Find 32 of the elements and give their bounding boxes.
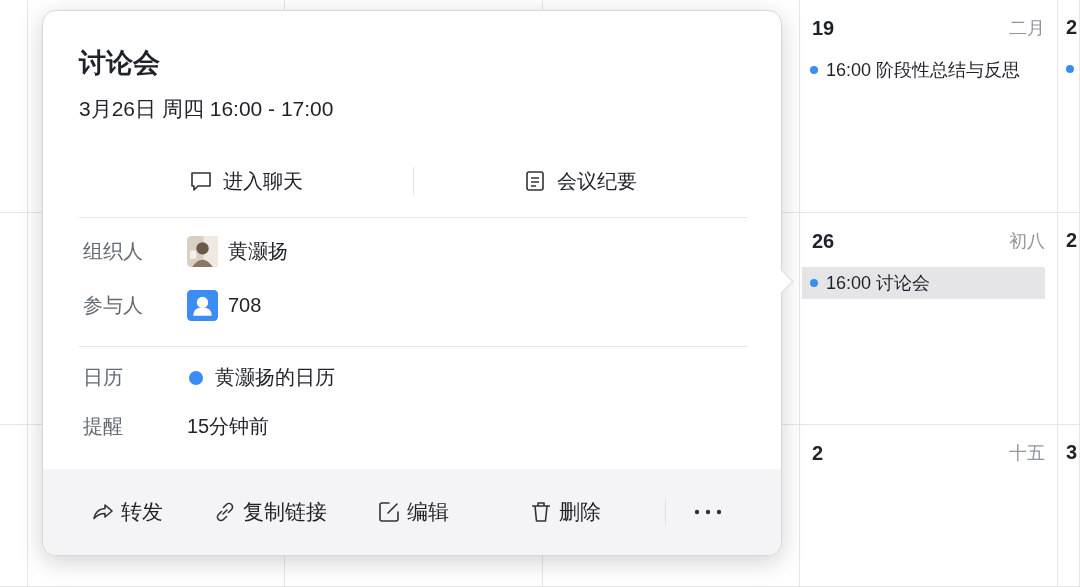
field-value: 黄灏扬的日历: [215, 365, 335, 390]
day-number: 3: [1066, 441, 1078, 463]
action-button[interactable]: 进入聊天: [79, 161, 413, 201]
chat-icon: [188, 169, 213, 193]
footer-button[interactable]: 编辑: [377, 492, 449, 532]
day-number: 26: [812, 229, 835, 253]
field-value: 黄灏扬: [228, 238, 288, 264]
field-label: 参与人: [82, 292, 144, 318]
day-number: 19: [812, 16, 835, 40]
person-icon: [187, 289, 218, 321]
footer-button[interactable]: 转发: [91, 492, 163, 532]
day-number: 2: [1066, 229, 1078, 251]
calendar-event[interactable]: 16:00 阶段性总结与反思: [810, 54, 1045, 86]
calendar-event[interactable]: 16:00 讨论会: [802, 267, 1045, 299]
trash-icon: [529, 500, 553, 524]
field-label: 组织人: [82, 238, 144, 264]
lunar-date: 十五: [1009, 442, 1045, 465]
footer-button[interactable]: 删除: [529, 492, 601, 532]
footer-button[interactable]: 复制链接: [213, 492, 327, 532]
action-button[interactable]: 会议纪要: [413, 161, 747, 201]
lunar-date: 初八: [1009, 230, 1045, 253]
field-label: 日历: [82, 365, 124, 390]
day-number: 2: [812, 441, 824, 465]
field-value: 708: [228, 293, 262, 317]
field-label: 提醒: [82, 414, 124, 439]
field-value: 15分钟前: [187, 414, 270, 439]
more-icon: [694, 509, 722, 515]
day-number: 2: [1066, 16, 1078, 38]
lunar-date: 二月: [1009, 17, 1045, 40]
event-title: 讨论会: [79, 47, 161, 80]
edit-icon: [377, 500, 401, 524]
event-time: 3月26日 周四 16:00 - 17:00: [79, 96, 335, 122]
